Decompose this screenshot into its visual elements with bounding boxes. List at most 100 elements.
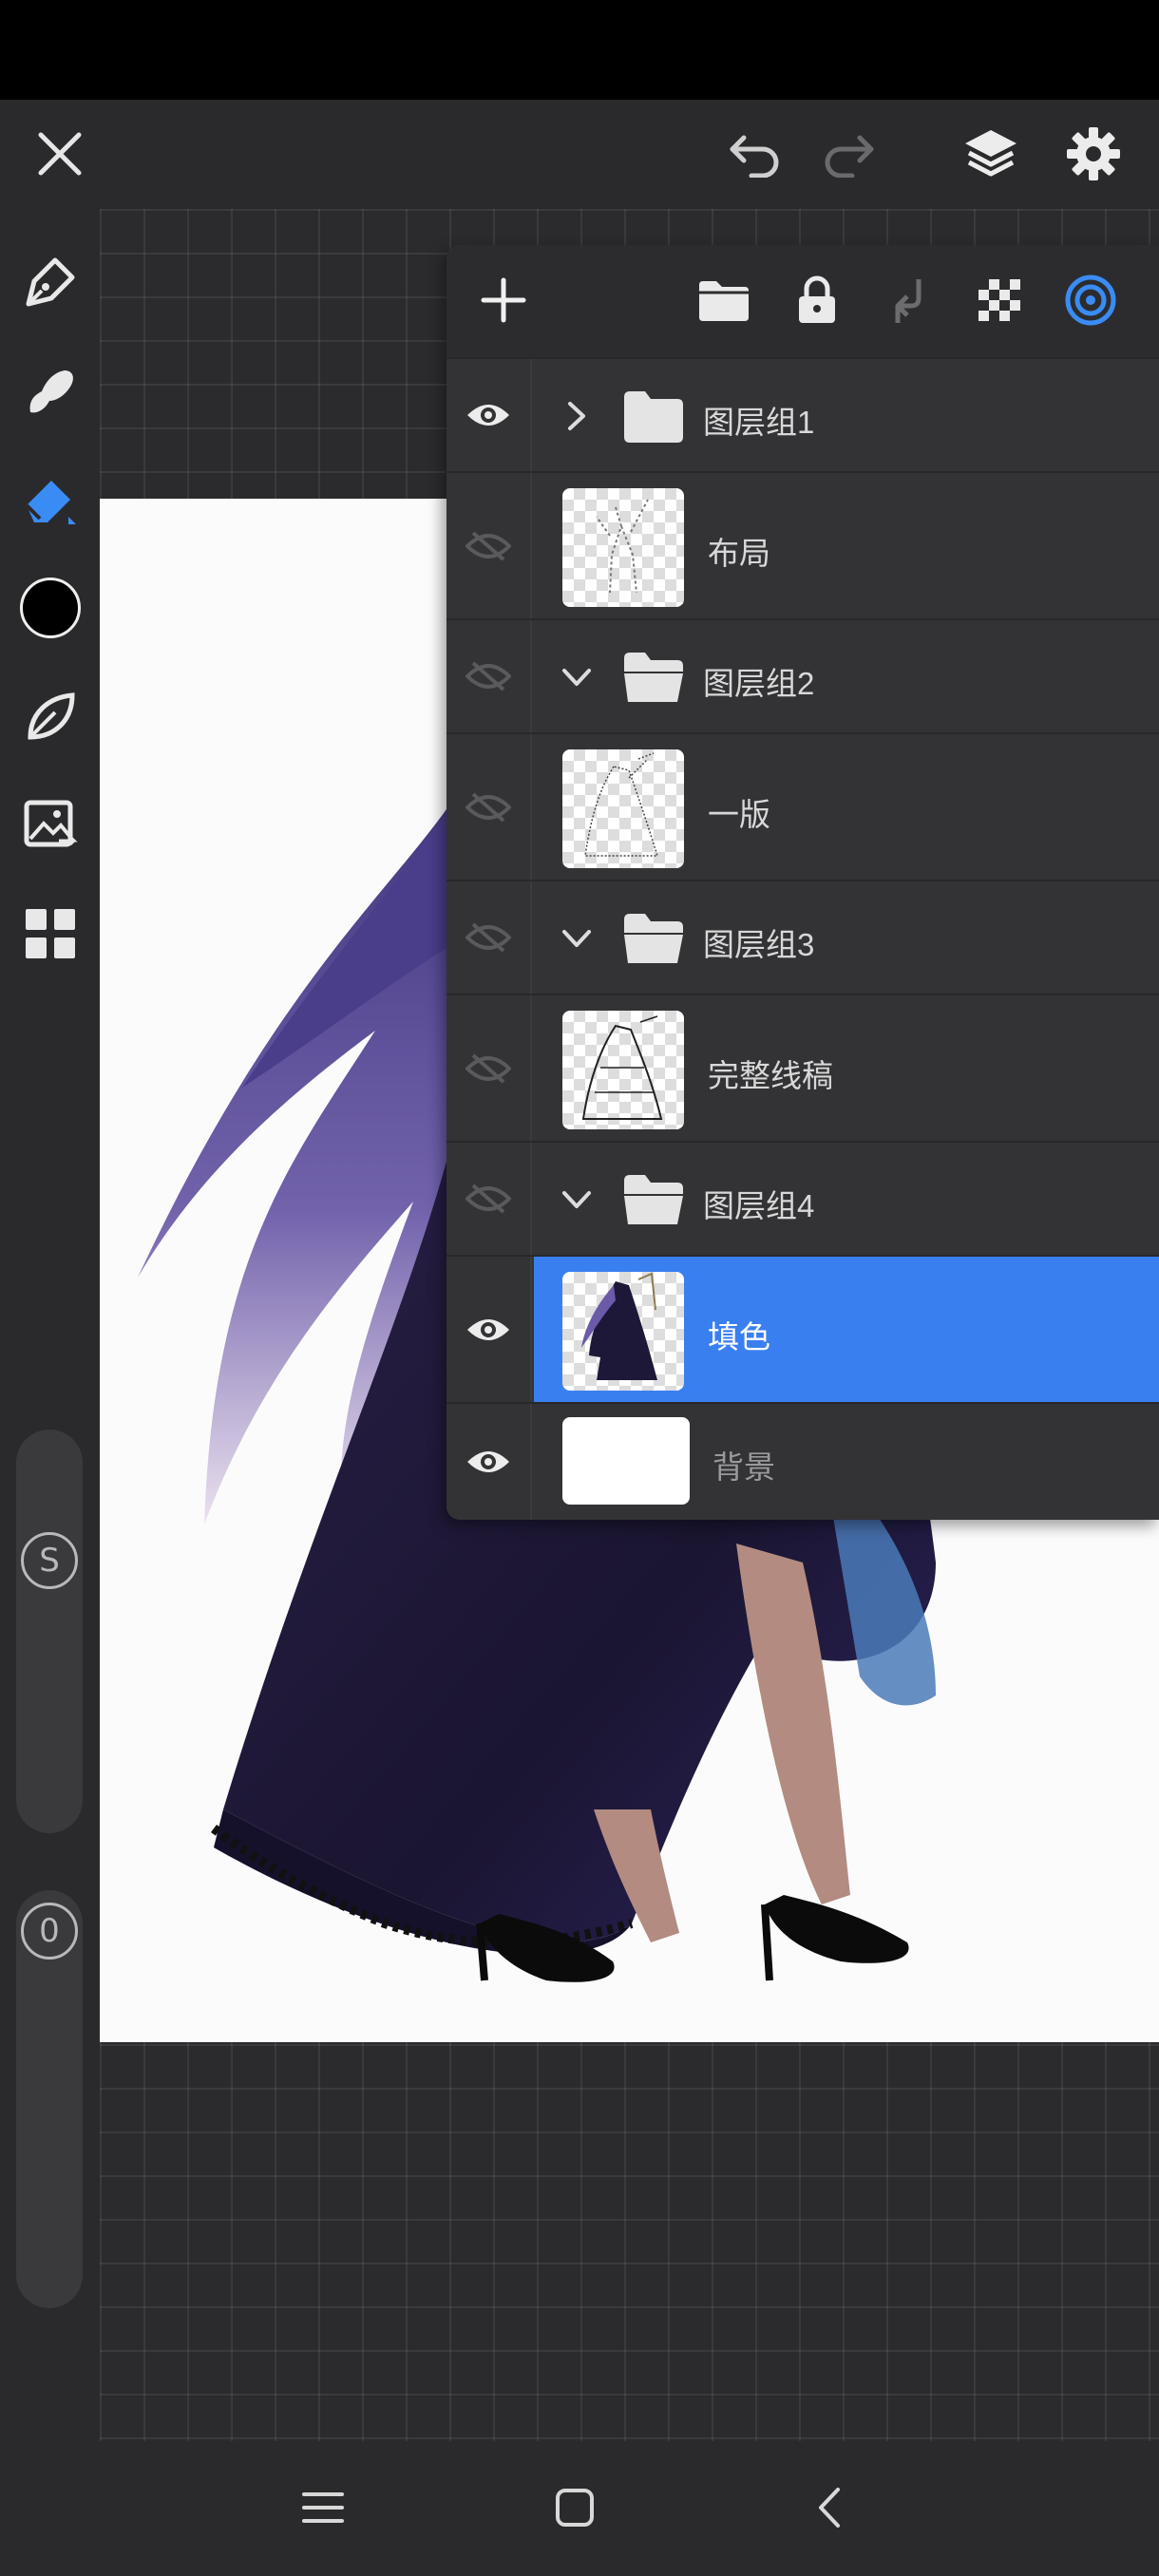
expand-toggle[interactable] bbox=[556, 656, 598, 698]
back-chevron-icon bbox=[819, 2488, 840, 2528]
new-group-button[interactable] bbox=[686, 262, 762, 338]
folder-open-icon bbox=[624, 914, 683, 963]
back-button[interactable] bbox=[787, 2470, 872, 2546]
layer-name: 填色 bbox=[708, 1319, 770, 1354]
visibility-toggle[interactable] bbox=[446, 1404, 532, 1520]
layer-row-selected[interactable]: 填色 bbox=[446, 1255, 1159, 1402]
layer-thumbnail bbox=[562, 1011, 684, 1129]
background-layer-row[interactable]: 背景 bbox=[446, 1402, 1159, 1520]
system-nav-bar bbox=[0, 2441, 1159, 2576]
visibility-toggle[interactable] bbox=[446, 620, 532, 732]
layer-thumbnail bbox=[562, 488, 684, 607]
redo-icon bbox=[825, 135, 874, 178]
layers-icon bbox=[965, 130, 1016, 177]
eraser-tool[interactable] bbox=[8, 456, 93, 541]
expand-toggle[interactable] bbox=[556, 918, 598, 959]
visibility-toggle[interactable] bbox=[446, 359, 532, 471]
chevron-down-icon bbox=[562, 1191, 591, 1208]
chevron-down-icon bbox=[562, 930, 591, 947]
layers-panel: 图层组1 布局 图层组2 一版 图层组3 完整线稿 图层组4 填色 背景 bbox=[446, 245, 1159, 1520]
eye-hidden-icon bbox=[466, 922, 511, 953]
layers-toolbar bbox=[446, 245, 1159, 357]
checkerboard-icon bbox=[978, 279, 1020, 321]
layer-group-row[interactable]: 图层组2 bbox=[446, 618, 1159, 732]
brush-size-slider[interactable] bbox=[16, 1430, 83, 1833]
eye-hidden-icon bbox=[466, 791, 511, 823]
image-icon bbox=[24, 800, 78, 847]
layer-group-row[interactable]: 图层组1 bbox=[446, 357, 1159, 471]
top-toolbar bbox=[0, 100, 1159, 209]
merge-down-icon bbox=[895, 279, 922, 323]
layer-name: 一版 bbox=[708, 797, 770, 832]
eye-hidden-icon bbox=[466, 1052, 511, 1084]
layer-thumbnail bbox=[562, 1417, 690, 1505]
folder-open-icon bbox=[624, 653, 683, 702]
color-picker[interactable] bbox=[8, 565, 93, 651]
smudge-tool[interactable] bbox=[8, 350, 93, 435]
layer-name: 完整线稿 bbox=[708, 1058, 833, 1093]
gear-icon bbox=[1067, 127, 1120, 180]
layer-row[interactable]: 一版 bbox=[446, 732, 1159, 880]
pen-icon bbox=[26, 257, 75, 307]
home-square-icon bbox=[556, 2489, 594, 2527]
pen-tool[interactable] bbox=[8, 239, 93, 325]
opacity-knob[interactable]: 0 bbox=[16, 1898, 83, 1964]
layer-row[interactable]: 布局 bbox=[446, 471, 1159, 618]
target-circles-icon bbox=[1065, 275, 1116, 326]
opacity-label: 0 bbox=[21, 1903, 78, 1960]
visibility-toggle[interactable] bbox=[446, 734, 532, 880]
layer-row[interactable]: 完整线稿 bbox=[446, 994, 1159, 1141]
alpha-lock-button[interactable] bbox=[961, 262, 1037, 338]
color-swatch bbox=[20, 578, 81, 638]
lock-icon bbox=[799, 275, 835, 323]
eye-hidden-icon bbox=[466, 661, 511, 691]
menu-icon bbox=[302, 2492, 344, 2523]
layer-name: 图层组1 bbox=[703, 405, 815, 440]
folder-open-icon bbox=[624, 1175, 683, 1224]
layer-group-row[interactable]: 图层组3 bbox=[446, 880, 1159, 994]
layer-thumbnail bbox=[562, 1272, 684, 1391]
layer-name: 布局 bbox=[708, 536, 770, 571]
expand-toggle[interactable] bbox=[556, 1179, 598, 1221]
visibility-toggle[interactable] bbox=[446, 881, 532, 994]
visibility-toggle[interactable] bbox=[446, 1143, 532, 1255]
lock-layer-button[interactable] bbox=[779, 262, 855, 338]
grid-icon bbox=[26, 909, 75, 958]
undo-button[interactable] bbox=[712, 111, 798, 197]
visibility-toggle[interactable] bbox=[446, 1257, 532, 1402]
layer-name: 图层组3 bbox=[703, 927, 815, 962]
more-tools[interactable] bbox=[8, 891, 93, 976]
expand-toggle[interactable] bbox=[556, 395, 598, 437]
plus-icon bbox=[481, 277, 526, 323]
chevron-right-icon bbox=[568, 402, 585, 430]
smudge-icon bbox=[29, 370, 73, 413]
redo-button[interactable] bbox=[806, 111, 891, 197]
layer-name: 背景 bbox=[712, 1449, 775, 1485]
visibility-toggle[interactable] bbox=[446, 473, 532, 618]
folder-icon bbox=[699, 281, 749, 321]
eye-icon bbox=[467, 1451, 509, 1472]
settings-button[interactable] bbox=[1051, 111, 1136, 197]
lasso-leaf-icon bbox=[28, 692, 75, 740]
status-bar bbox=[0, 0, 1159, 100]
home-button[interactable] bbox=[532, 2470, 618, 2546]
undo-icon bbox=[730, 135, 779, 178]
eye-hidden-icon bbox=[466, 1184, 511, 1214]
folder-icon bbox=[624, 391, 683, 443]
visibility-toggle[interactable] bbox=[446, 995, 532, 1141]
close-button[interactable] bbox=[17, 111, 103, 197]
layers-button[interactable] bbox=[948, 111, 1034, 197]
add-layer-button[interactable] bbox=[466, 262, 542, 338]
selection-tool[interactable] bbox=[8, 674, 93, 760]
image-tool[interactable] bbox=[8, 782, 93, 867]
recent-apps-button[interactable] bbox=[280, 2470, 366, 2546]
brush-size-knob[interactable]: S bbox=[16, 1527, 83, 1594]
chevron-down-icon bbox=[562, 669, 591, 686]
eye-icon bbox=[467, 405, 509, 426]
size-label: S bbox=[21, 1532, 78, 1589]
layer-thumbnail bbox=[562, 749, 684, 868]
clipping-mask-button[interactable] bbox=[1053, 262, 1129, 338]
eye-hidden-icon bbox=[466, 530, 511, 561]
merge-down-button[interactable] bbox=[870, 262, 946, 338]
layer-group-row[interactable]: 图层组4 bbox=[446, 1141, 1159, 1255]
